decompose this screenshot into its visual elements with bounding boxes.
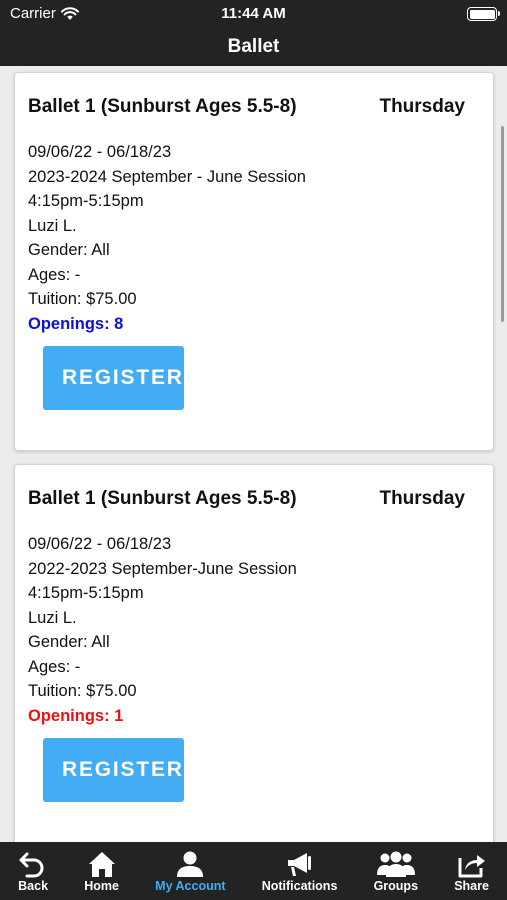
tab-label: Notifications (261, 879, 338, 893)
class-instructor: Luzi L. (28, 216, 77, 235)
class-day: Thursday (379, 96, 465, 117)
class-time: 4:15pm-5:15pm (28, 584, 144, 602)
status-bar: Carrier 11:44 AM (0, 0, 507, 28)
tab-label: My Account (155, 879, 226, 893)
class-ages: Ages: - (28, 265, 81, 284)
page-title: Ballet (227, 36, 280, 57)
tab-notifications[interactable]: Notifications (244, 842, 356, 900)
status-time: 11:44 AM (221, 5, 286, 22)
scrollbar[interactable] (501, 126, 504, 322)
class-ages: Ages: - (28, 657, 81, 676)
class-dates: 09/06/22 - 06/18/23 (28, 143, 172, 161)
class-session: 2022-2023 September-June Session (28, 559, 297, 578)
tab-label: Home (84, 879, 119, 893)
tab-bar: Back Home My Account Notifications Group… (0, 842, 507, 900)
tab-label: Back (18, 879, 49, 893)
megaphone-icon (287, 853, 311, 876)
class-title: Ballet 1 (Sunburst Ages 5.5-8) (28, 96, 297, 117)
class-tuition: Tuition: $75.00 (28, 682, 137, 700)
class-card: Ballet 1 (Sunburst Ages 5.5-8) Thursday … (14, 464, 494, 842)
class-gender: Gender: All (28, 633, 110, 651)
tab-back[interactable]: Back (0, 842, 66, 900)
register-button[interactable]: REGISTER (43, 346, 184, 410)
back-arrow-icon (19, 852, 44, 878)
user-icon (177, 851, 204, 877)
class-instructor: Luzi L. (28, 608, 77, 627)
class-gender: Gender: All (28, 241, 110, 259)
class-tuition: Tuition: $75.00 (28, 290, 137, 308)
class-list[interactable]: Ballet 1 (Sunburst Ages 5.5-8) Thursday … (0, 66, 507, 842)
class-title: Ballet 1 (Sunburst Ages 5.5-8) (28, 488, 297, 509)
class-openings: Openings: 8 (28, 314, 124, 333)
tab-label: Share (454, 879, 489, 893)
nav-bar: Ballet (0, 28, 507, 66)
tab-my-account[interactable]: My Account (137, 842, 244, 900)
group-icon (376, 851, 415, 877)
class-day: Thursday (379, 488, 465, 509)
register-button[interactable]: REGISTER (43, 738, 184, 802)
home-icon (88, 852, 115, 877)
share-icon (458, 855, 485, 878)
class-card: Ballet 1 (Sunburst Ages 5.5-8) Thursday … (14, 72, 494, 451)
class-time: 4:15pm-5:15pm (28, 192, 144, 210)
class-dates: 09/06/22 - 06/18/23 (28, 535, 172, 553)
battery-icon (467, 7, 500, 21)
tab-groups[interactable]: Groups (356, 842, 437, 900)
tab-share[interactable]: Share (436, 842, 507, 900)
tab-home[interactable]: Home (66, 842, 137, 900)
class-openings: Openings: 1 (28, 706, 124, 725)
class-session: 2023-2024 September - June Session (28, 167, 306, 186)
tab-label: Groups (373, 879, 419, 893)
